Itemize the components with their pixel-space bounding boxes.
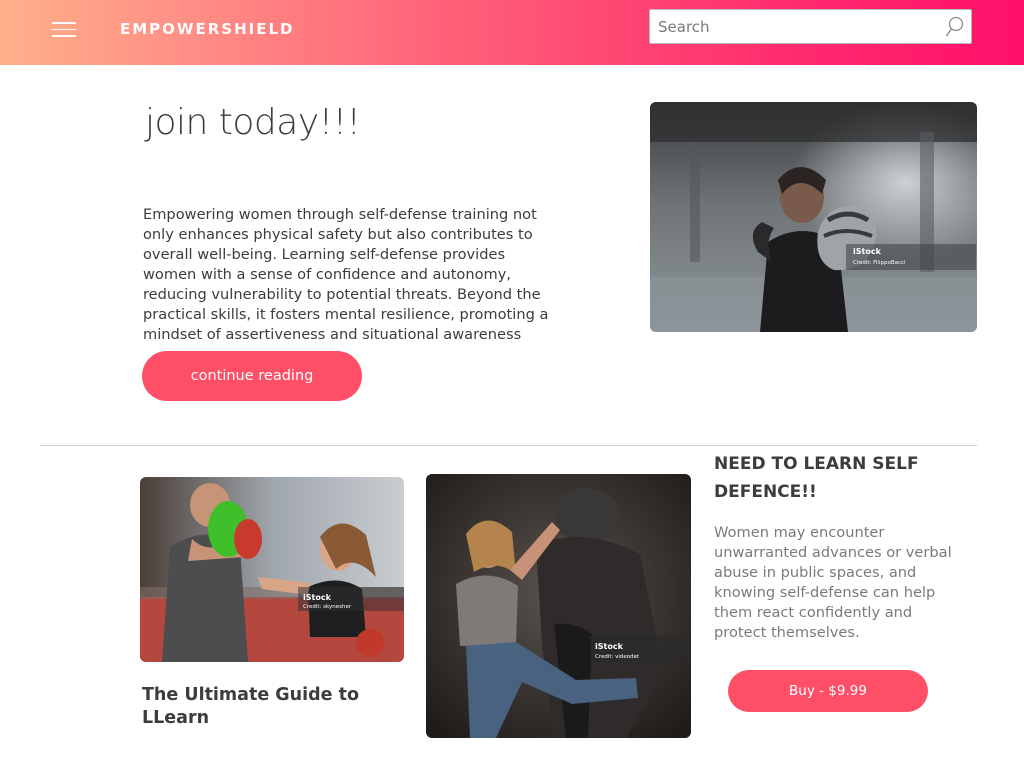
hero-photo-woman-boxing: iStock Credit: FilippoBacci	[650, 102, 977, 332]
hero-description: Empowering women through self-defense tr…	[143, 206, 549, 343]
card-photo-self-defense-kick[interactable]: iStock Credit: videodet	[426, 474, 691, 738]
sidebar-description: Women may encounter unwarranted advances…	[714, 524, 952, 641]
stock-watermark: iStock	[595, 642, 624, 651]
hero-title: join today!!!	[145, 102, 361, 143]
stock-credit: Credit: videodet	[595, 654, 640, 660]
card-photo-boxing-training[interactable]: iStock Credit: skynesher	[140, 477, 404, 662]
hamburger-menu-icon[interactable]	[52, 22, 76, 40]
stock-credit: Credit: FilippoBacci	[853, 260, 906, 266]
stock-watermark: iStock	[303, 593, 332, 602]
stock-credit: Credit: skynesher	[303, 604, 352, 610]
sidebar-heading: NEED TO LEARN SELF DEFENCE!!	[714, 454, 919, 502]
card-title[interactable]: The Ultimate Guide to LLearn	[142, 684, 402, 730]
buy-button[interactable]: Buy - $9.99	[728, 670, 928, 712]
section-divider	[40, 445, 977, 446]
stock-watermark: iStock	[853, 247, 882, 256]
search-icon[interactable]	[945, 16, 965, 38]
search-box	[649, 9, 972, 44]
search-input[interactable]	[650, 10, 935, 43]
top-navbar: EMPOWERSHIELD	[0, 0, 1024, 65]
brand-logo[interactable]: EMPOWERSHIELD	[120, 20, 294, 38]
continue-reading-button[interactable]: continue reading	[142, 351, 362, 401]
